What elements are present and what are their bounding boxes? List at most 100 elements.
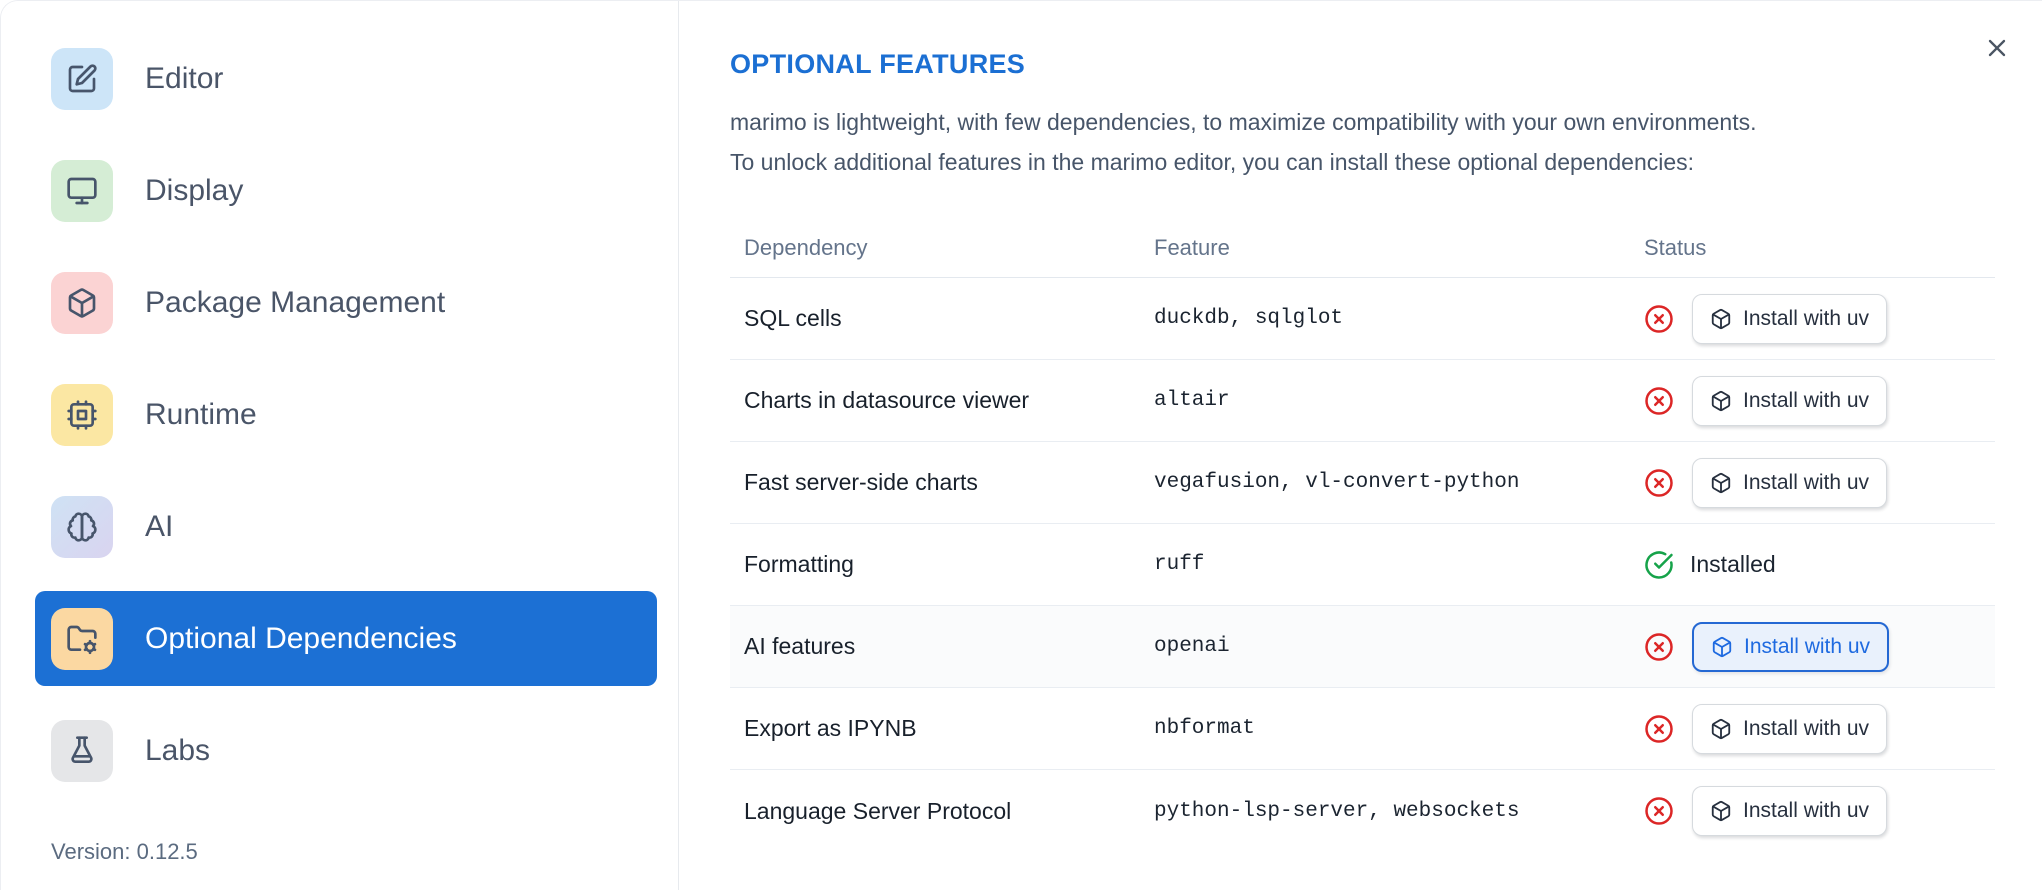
sidebar-item-label: Runtime [145, 397, 257, 431]
status-cell: Install with uv [1644, 457, 1981, 508]
circle-x-icon [1644, 796, 1674, 826]
package-icon [1710, 718, 1732, 740]
circle-x-icon [1645, 304, 1673, 333]
package-icon [1711, 390, 1731, 411]
dependency-cell: AI features [744, 633, 856, 659]
install-button-label: Install with uv [1743, 306, 1870, 330]
circle-x-icon [1645, 386, 1673, 415]
circle-x-icon [1644, 632, 1674, 662]
package-icon [1710, 472, 1732, 494]
cpu-icon [51, 383, 113, 446]
install-with-uv-button[interactable]: Install with uv [1692, 621, 1890, 672]
install-button-label: Install with uv [1744, 634, 1871, 658]
circle-x-icon [1644, 714, 1674, 744]
table-row: AI features openai Install with uv [730, 606, 1995, 688]
install-with-uv-button[interactable]: Install with uv [1692, 457, 1888, 508]
sidebar-item-label: Optional Dependencies [145, 621, 457, 655]
circle-x-icon [1645, 468, 1673, 497]
package-icon [1711, 718, 1731, 739]
close-icon [1988, 39, 2006, 57]
circle-check-icon [1644, 550, 1674, 580]
feature-cell: duckdb, sqlglot [1154, 307, 1344, 330]
circle-x-icon [1644, 304, 1674, 334]
square-pen-icon [51, 47, 113, 110]
settings-sidebar: Editor Display Package Management Runtim… [1, 1, 679, 890]
feature-cell: altair [1154, 389, 1230, 412]
feature-cell: openai [1154, 635, 1230, 658]
table-row: Language Server Protocol python-lsp-serv… [730, 770, 1995, 852]
package-icon [1710, 390, 1732, 412]
installed-status-label: Installed [1690, 551, 1776, 577]
circle-x-icon [1644, 386, 1674, 416]
sidebar-item-labs[interactable]: Labs [35, 703, 657, 798]
dependencies-table: Dependency Feature Status SQL cells duckdb… [730, 218, 1995, 852]
install-with-uv-button[interactable]: Install with uv [1692, 293, 1888, 344]
circle-x-icon [1645, 714, 1673, 743]
sidebar-item-ai[interactable]: AI [35, 479, 657, 574]
column-header-feature: Feature [1154, 234, 1230, 260]
status-cell: Install with uv [1644, 375, 1981, 426]
cpu-icon [67, 399, 97, 430]
table-row: Fast server-side charts vegafusion, vl-c… [730, 442, 1995, 524]
brain-icon [51, 495, 113, 558]
settings-dialog: Editor Display Package Management Runtim… [0, 0, 2042, 890]
status-cell: Install with uv [1644, 293, 1981, 344]
package-icon [1711, 800, 1731, 822]
column-header-status: Status [1644, 234, 1707, 260]
sidebar-item-runtime[interactable]: Runtime [35, 367, 657, 462]
monitor-icon [67, 177, 97, 204]
circle-x-icon [1645, 797, 1673, 825]
sidebar-item-display[interactable]: Display [35, 143, 657, 238]
dependency-cell: Charts in datasource viewer [744, 387, 1030, 413]
install-button-label: Install with uv [1743, 388, 1870, 412]
install-button-label: Install with uv [1743, 799, 1870, 822]
sidebar-item-editor[interactable]: Editor [35, 31, 657, 126]
flask-icon [71, 735, 93, 763]
install-with-uv-button[interactable]: Install with uv [1692, 786, 1888, 836]
table-row: Export as IPYNB nbformat Install with uv [730, 688, 1995, 770]
package-icon [1711, 472, 1731, 493]
sidebar-item-label: Package Management [145, 285, 446, 319]
page-title: OPTIONAL FEATURES [730, 49, 1026, 79]
package-icon [1711, 308, 1731, 329]
square-pen-icon [68, 63, 97, 92]
monitor-icon [51, 159, 113, 222]
install-button-label: Install with uv [1743, 716, 1870, 740]
folder-cog-icon [51, 607, 113, 670]
close-button[interactable] [1978, 29, 2016, 67]
sidebar-item-package-management[interactable]: Package Management [35, 255, 657, 350]
install-button-label: Install with uv [1743, 470, 1870, 494]
package-icon [1711, 636, 1733, 658]
sidebar-item-label: Display [145, 173, 244, 207]
status-cell: Install with uv [1644, 786, 1981, 836]
package-icon [68, 287, 96, 318]
feature-cell: nbformat [1154, 717, 1255, 740]
status-cell: Install with uv [1644, 621, 1981, 672]
package-icon [51, 271, 113, 334]
optional-features-panel: OPTIONAL FEATURES marimo is lightweight,… [679, 1, 2042, 890]
feature-cell: python-lsp-server, websockets [1154, 799, 1520, 823]
brain-icon [67, 511, 97, 542]
install-with-uv-button[interactable]: Install with uv [1692, 375, 1888, 426]
description-line-2: To unlock additional features in the mar… [730, 149, 1695, 175]
dependency-cell: Language Server Protocol [744, 797, 1012, 824]
sidebar-item-label: Editor [145, 61, 224, 95]
package-icon [1712, 636, 1732, 657]
table-row: Charts in datasource viewer altair Insta… [730, 360, 1995, 442]
column-header-dependency: Dependency [744, 234, 868, 260]
table-row: SQL cells duckdb, sqlglot Install with u… [730, 278, 1995, 360]
package-icon [1710, 308, 1732, 330]
circle-x-icon [1644, 468, 1674, 498]
circle-check-icon [1645, 550, 1673, 579]
version-label: Version: 0.12.5 [51, 839, 198, 864]
status-cell: Install with uv [1644, 703, 1981, 754]
package-icon [1710, 800, 1732, 822]
table-body: SQL cells duckdb, sqlglot Install with u… [730, 278, 1995, 852]
folder-cog-icon [67, 625, 97, 654]
description-line-1: marimo is lightweight, with few dependen… [730, 109, 1757, 135]
feature-cell: vegafusion, vl-convert-python [1154, 471, 1520, 494]
install-with-uv-button[interactable]: Install with uv [1692, 703, 1888, 754]
status-cell: Installed [1644, 550, 1981, 580]
dependency-cell: Formatting [744, 551, 854, 577]
sidebar-item-optional-dependencies[interactable]: Optional Dependencies [35, 591, 657, 686]
